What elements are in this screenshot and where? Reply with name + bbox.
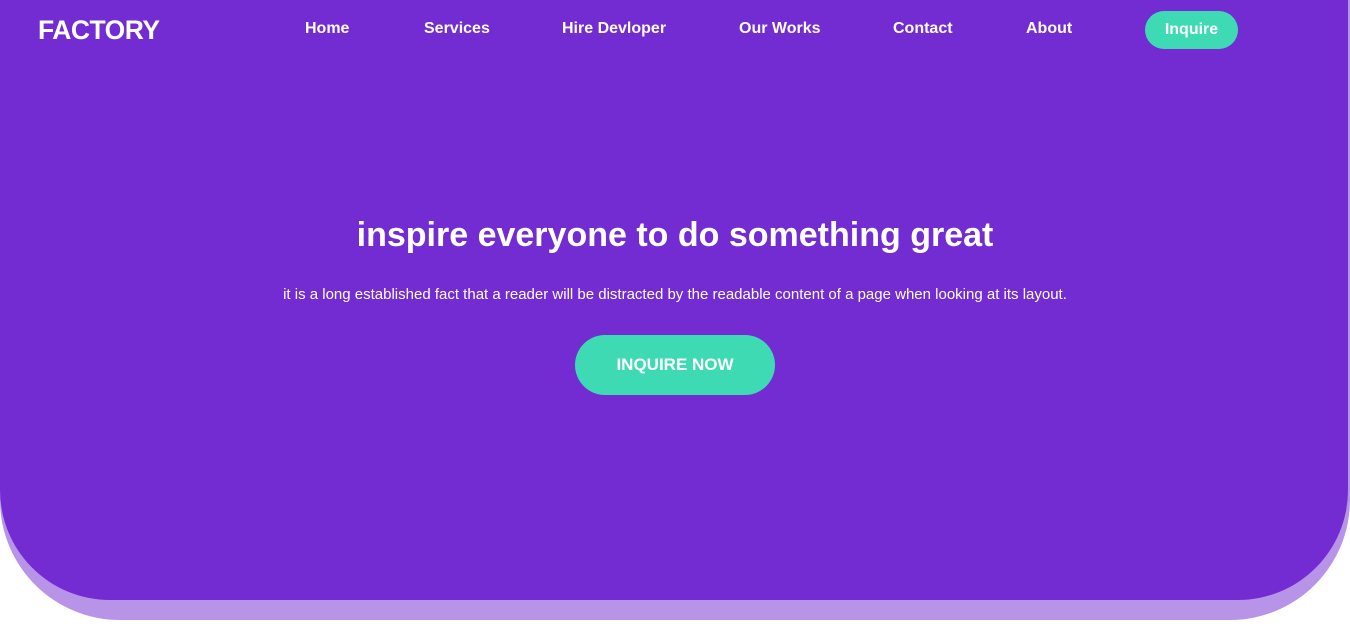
nav-link-services[interactable]: Services (424, 19, 490, 39)
inquire-button[interactable]: Inquire (1145, 11, 1238, 49)
hero-headline: inspire everyone to do something great (356, 216, 994, 254)
nav-link-our-works[interactable]: Our Works (739, 19, 821, 39)
inquire-now-button[interactable]: INQUIRE NOW (575, 335, 775, 395)
nav-link-hire-developer[interactable]: Hire Devloper (562, 19, 666, 39)
nav-link-about[interactable]: About (1026, 19, 1072, 39)
main-navigation: Home Services Hire Devloper Our Works Co… (0, 0, 1350, 60)
nav-link-contact[interactable]: Contact (893, 19, 953, 39)
nav-link-home[interactable]: Home (305, 19, 349, 39)
hero-subtext: it is a long established fact that a rea… (283, 286, 1067, 303)
